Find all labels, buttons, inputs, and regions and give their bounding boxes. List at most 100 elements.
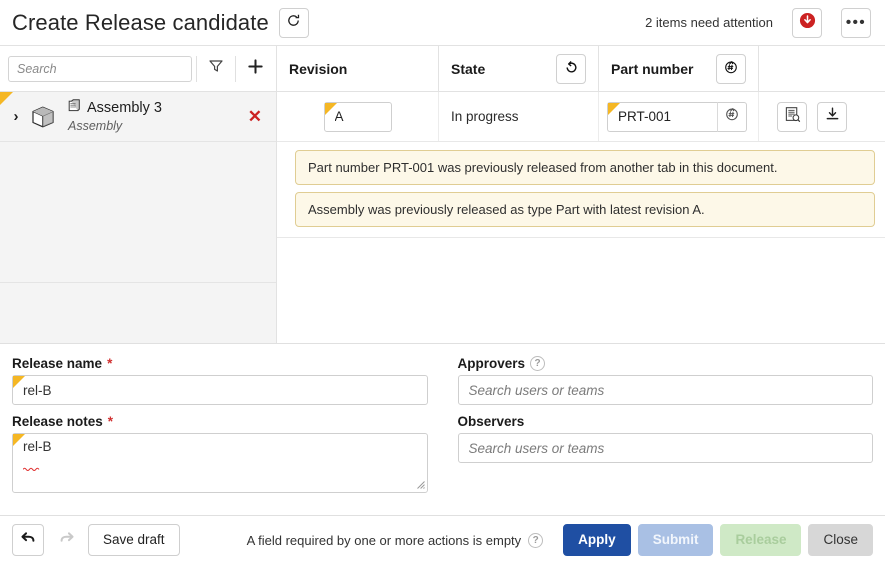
row-actions-cell — [759, 92, 885, 141]
release-name-field-wrap — [12, 375, 428, 405]
auto-number-icon — [724, 106, 740, 127]
toolbar-divider-1 — [196, 55, 197, 82]
column-header-state-label: State — [451, 60, 486, 77]
apply-button[interactable]: Apply — [563, 524, 631, 556]
submit-button: Submit — [637, 524, 714, 556]
help-circle-icon[interactable]: ? — [528, 532, 544, 548]
dialog-footer: Save draft A field required by one or mo… — [0, 516, 885, 564]
filter-funnel-icon — [208, 58, 224, 79]
column-header-revision[interactable]: Revision — [277, 46, 439, 91]
auto-number-icon — [723, 59, 739, 78]
revision-field-wrap — [323, 101, 392, 132]
close-button[interactable]: Close — [808, 524, 873, 556]
part-number-group — [607, 101, 747, 132]
state-cell: In progress — [439, 92, 599, 141]
tree-panel: › Assembly 3 Assembly ✕ — [0, 92, 277, 343]
footer-action-buttons: Apply Submit Release Close — [563, 524, 873, 556]
attention-alert-button[interactable] — [792, 7, 822, 38]
help-circle-icon[interactable]: ? — [530, 356, 546, 371]
column-header-revision-label: Revision — [289, 60, 348, 77]
document-icon — [68, 99, 82, 118]
download-icon — [824, 106, 841, 128]
detail-empty-area — [277, 237, 885, 343]
warning-banner-list: Part number PRT-001 was previously relea… — [277, 142, 885, 234]
form-column-left: Release name * Release notes * — [12, 356, 428, 515]
release-notes-field-wrap — [12, 433, 428, 498]
modified-flag-icon — [0, 92, 13, 105]
observers-label-text: Observers — [457, 414, 525, 429]
state-refresh-button[interactable] — [556, 53, 586, 84]
add-item-button[interactable] — [240, 54, 270, 84]
download-button[interactable] — [817, 101, 847, 132]
release-name-label: Release name * — [12, 356, 428, 371]
revision-input[interactable] — [323, 101, 392, 132]
revision-refresh-icon — [286, 13, 301, 33]
warning-banner: Part number PRT-001 was previously relea… — [295, 150, 875, 185]
footer-validation-message: A field required by one or more actions … — [246, 532, 544, 548]
properties-list-icon — [784, 106, 801, 128]
required-asterisk: * — [107, 414, 114, 429]
part-number-field-wrap — [607, 101, 717, 132]
revision-cell — [277, 92, 439, 141]
revision-refresh-button[interactable] — [278, 7, 309, 38]
redo-arrow-icon — [58, 529, 75, 551]
header-right-group: 2 items need attention ••• — [645, 7, 871, 38]
alert-down-circle-icon — [799, 12, 816, 34]
part-number-auto-button[interactable] — [716, 53, 746, 84]
save-draft-button[interactable]: Save draft — [88, 524, 180, 556]
plus-icon — [247, 58, 264, 80]
footer-validation-text: A field required by one or more actions … — [246, 532, 522, 548]
part-number-cell — [599, 92, 759, 141]
warning-banner: Assembly was previously released as type… — [295, 192, 875, 227]
page-title: Create Release candidate — [12, 9, 269, 35]
column-header-actions — [759, 46, 885, 91]
tree-toolbar — [0, 46, 277, 91]
column-header-part-number-label: Part number — [611, 60, 694, 77]
tree-item-text: Assembly 3 Assembly — [68, 99, 162, 134]
expand-chevron-right-icon[interactable]: › — [6, 108, 26, 125]
column-header-part-number[interactable]: Part number — [599, 46, 759, 91]
tree-row[interactable]: › Assembly 3 Assembly ✕ — [0, 92, 276, 142]
remove-x-icon[interactable]: ✕ — [244, 107, 266, 127]
toolbar-divider-2 — [235, 55, 236, 82]
part-number-input[interactable] — [607, 101, 717, 132]
attention-text: 2 items need attention — [645, 15, 773, 30]
part-number-generate-button[interactable] — [717, 101, 747, 132]
release-form: Release name * Release notes * — [0, 344, 885, 516]
observers-label: Observers — [458, 414, 874, 429]
required-asterisk: * — [107, 356, 113, 371]
undo-button[interactable] — [12, 524, 44, 556]
table-header-row: Revision State Part number — [0, 46, 885, 92]
observers-input[interactable] — [457, 433, 873, 463]
approvers-input[interactable] — [457, 375, 873, 405]
redo-button[interactable] — [52, 524, 80, 556]
search-input[interactable] — [8, 55, 192, 82]
approvers-label-text: Approvers — [457, 356, 526, 371]
tree-empty-area-1 — [0, 142, 276, 283]
detail-panel: In progress — [277, 92, 885, 343]
release-button: Release — [720, 524, 802, 556]
tree-item-subtitle: Assembly — [68, 118, 123, 133]
release-notes-label: Release notes * — [12, 414, 428, 429]
release-notes-textarea[interactable] — [12, 433, 428, 493]
dialog-body: › Assembly 3 Assembly ✕ A In progress PR… — [0, 92, 885, 344]
state-value: In progress — [451, 109, 519, 124]
filter-button[interactable] — [201, 54, 231, 84]
undo-arrow-icon — [20, 529, 37, 551]
refresh-revision-icon — [564, 60, 579, 78]
create-release-candidate-dialog: Create Release candidate 2 items need at… — [0, 0, 885, 564]
dialog-header: Create Release candidate 2 items need at… — [0, 0, 885, 46]
properties-button[interactable] — [777, 101, 807, 132]
tree-item-name: Assembly 3 — [87, 100, 162, 117]
release-name-label-text: Release name — [12, 356, 103, 371]
detail-row: In progress — [277, 92, 885, 142]
form-column-right: Approvers ? Observers — [457, 356, 874, 515]
overflow-dots-icon: ••• — [845, 14, 867, 31]
release-name-input[interactable] — [12, 375, 428, 405]
cube-icon — [26, 102, 60, 132]
overflow-menu-button[interactable]: ••• — [841, 7, 871, 38]
column-header-state[interactable]: State — [439, 46, 599, 91]
release-notes-label-text: Release notes — [12, 414, 103, 429]
approvers-label: Approvers ? — [458, 356, 874, 371]
tree-empty-area-2 — [0, 282, 276, 343]
